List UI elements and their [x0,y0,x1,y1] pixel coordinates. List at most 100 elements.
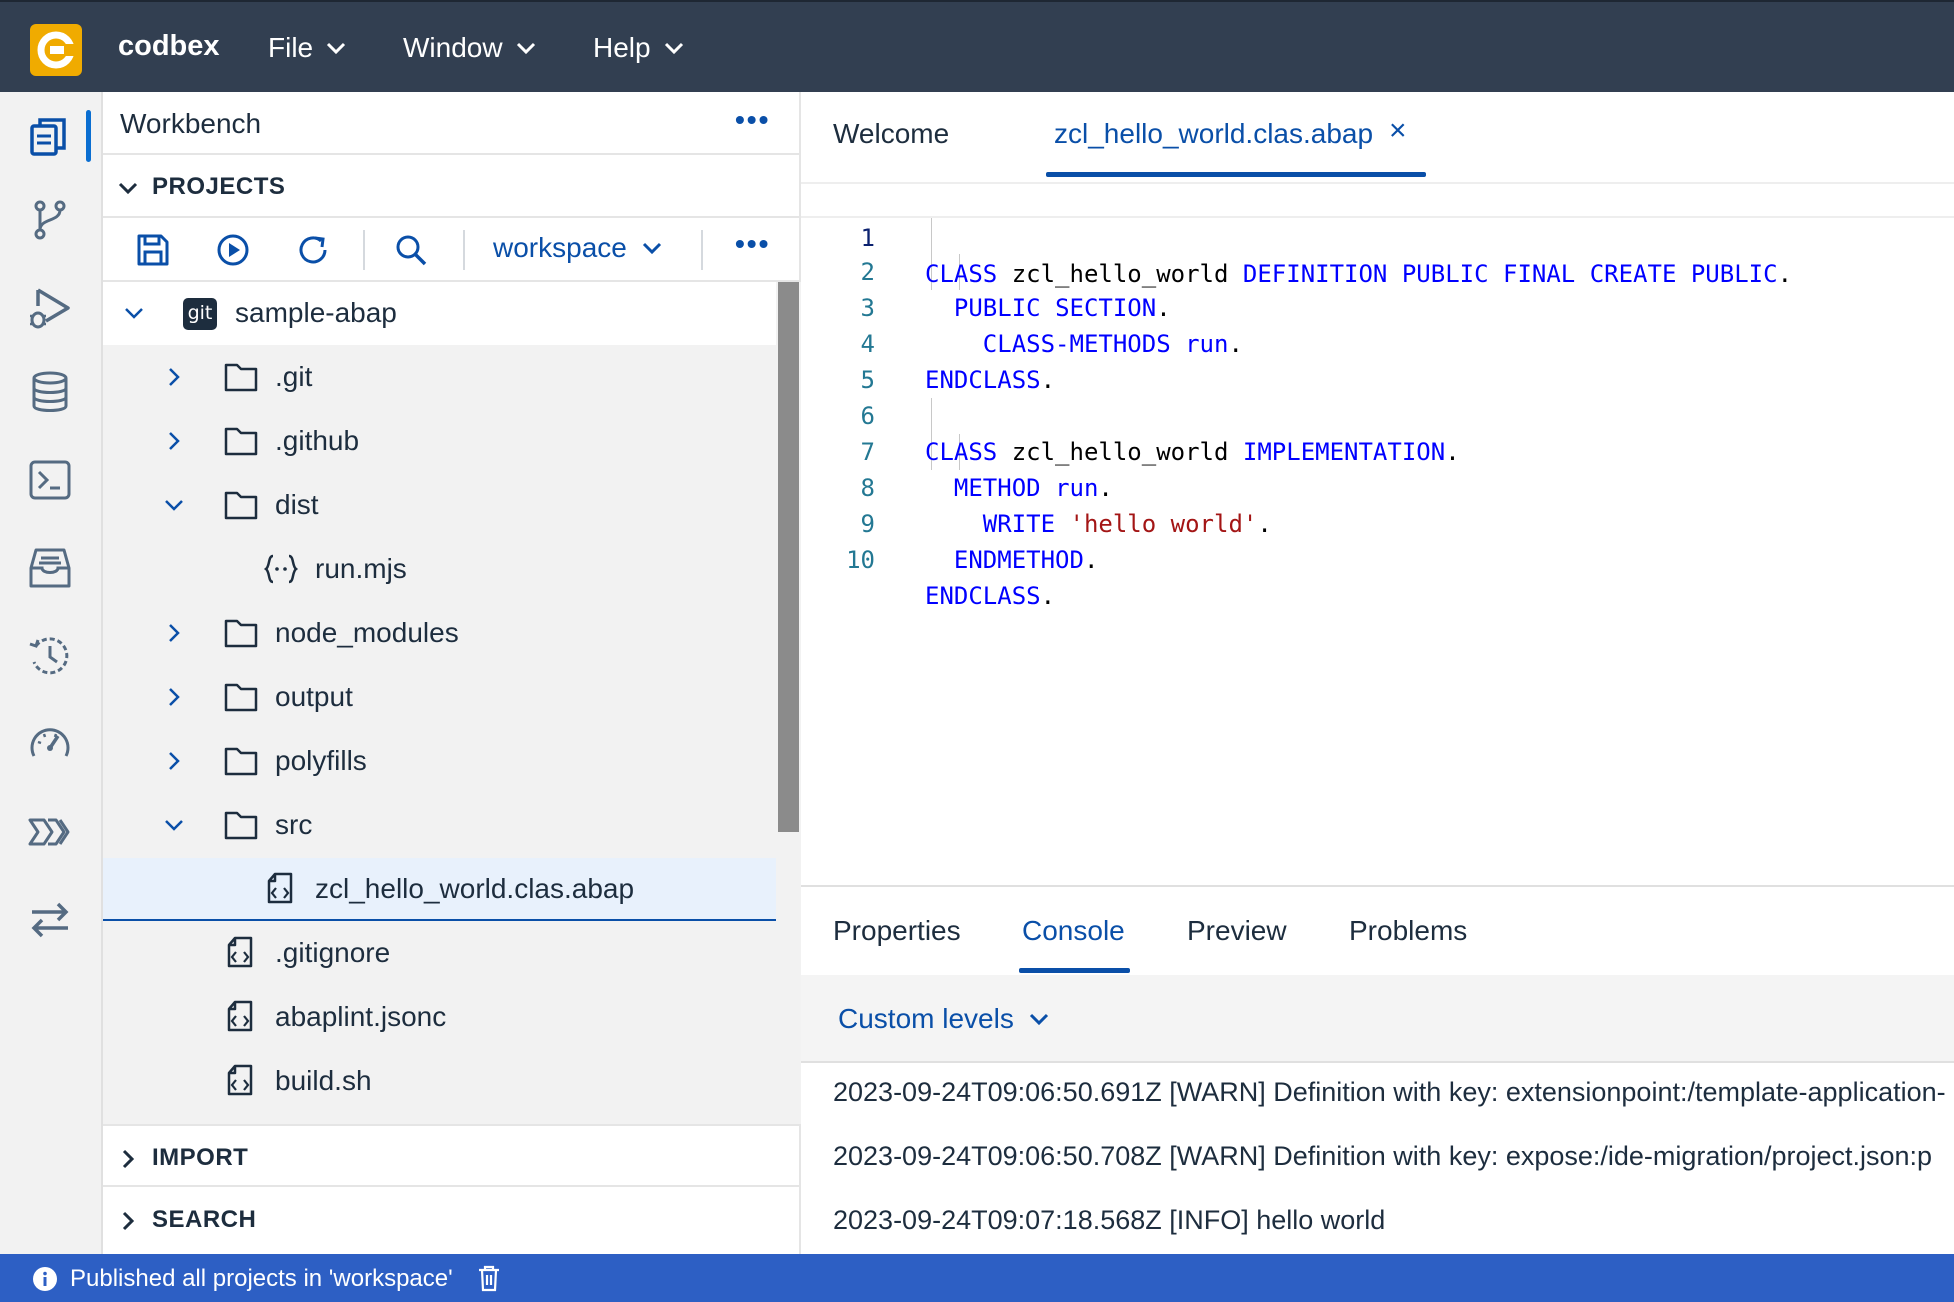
chevron-right-icon[interactable] [163,622,185,644]
chevron-right-icon [122,1211,135,1231]
toolbar-more-button[interactable]: ••• [735,228,770,260]
tab-preview[interactable]: Preview [1187,915,1287,947]
chevron-down-icon[interactable] [163,814,185,836]
line-number: 10 [846,546,875,574]
trash-icon[interactable] [476,1264,502,1292]
tree-scrollbar[interactable] [776,282,801,1124]
menu-file[interactable]: File [268,32,347,64]
tree-item-github[interactable]: .github [103,410,776,473]
git-branch-icon[interactable] [26,196,74,244]
code-line: 10 ENDCLASS. [801,506,1954,610]
toolbar-divider [463,230,465,270]
tab-properties[interactable]: Properties [833,915,961,947]
workbench-more-button[interactable]: ••• [735,104,770,136]
refresh-icon[interactable] [295,232,331,268]
log-level-select[interactable]: Custom levels [838,1003,1050,1035]
chevron-down-icon[interactable] [123,302,145,324]
inbox-icon[interactable] [26,544,74,592]
tab-zcl-hello-world[interactable]: zcl_hello_world.clas.abap [1054,118,1373,150]
active-tab-underline [1046,172,1426,177]
tree-item-label: .github [275,425,360,456]
chevron-right-icon[interactable] [163,366,185,388]
tree-item-output[interactable]: output [103,666,776,729]
import-section-title: IMPORT [152,1144,249,1171]
app-name: codbex [118,30,220,62]
folder-icon [224,427,258,456]
workspace-select[interactable]: workspace [493,232,663,264]
tab-problems[interactable]: Problems [1349,915,1467,947]
menu-help[interactable]: Help [593,32,685,64]
folder-icon [224,363,258,392]
tree-item-run-mjs[interactable]: run.mjs [103,538,776,601]
menu-window[interactable]: Window [403,32,537,64]
tree-item-sample-abap[interactable]: git sample-abap [103,282,776,345]
folder-icon [224,683,258,712]
tab-close-icon[interactable]: × [1389,114,1407,148]
save-icon[interactable] [135,232,171,268]
search-icon[interactable] [393,232,429,268]
transfer-icon[interactable] [26,896,74,944]
tree-item-polyfills[interactable]: polyfills [103,730,776,793]
tree-item-label: .git [275,361,313,392]
run-icon[interactable] [215,232,251,268]
tree-item-src[interactable]: src [103,794,776,857]
editor-area: Welcome zcl_hello_world.clas.abap × 1 CL… [801,92,1954,887]
info-icon [33,1267,57,1291]
code-editor[interactable]: 1 CLASS zcl_hello_world DEFINITION PUBLI… [801,182,1954,887]
terminal-icon[interactable] [26,456,74,504]
search-section-header[interactable]: SEARCH [103,1188,801,1251]
chevron-down-icon[interactable] [163,494,185,516]
chevron-down-icon [118,182,138,195]
code-file-icon [227,1064,253,1096]
status-message: Published all projects in 'workspace' [70,1265,453,1292]
code-line: 1 CLASS zcl_hello_world DEFINITION PUBLI… [801,182,1954,288]
workbench-title: Workbench [120,108,262,139]
tree-item-label: src [275,809,313,840]
chevron-right-icon[interactable] [163,750,185,772]
database-icon[interactable] [26,368,74,416]
tree-item-label: output [275,681,353,712]
tree-item-zcl-hello-world[interactable]: zcl_hello_world.clas.abap [103,858,776,921]
debug-icon[interactable] [26,284,74,332]
code-line: 9 ENDMETHOD. [801,470,1954,574]
projects-section-header[interactable]: PROJECTS [103,155,801,218]
tree-item-dist[interactable]: dist [103,474,776,537]
code-line: 7 METHOD run. [801,398,1954,502]
workbench-panel: Workbench ••• PROJECTS workspace ••• git… [103,92,801,1254]
console-log-line: 2023-09-24T09:06:50.691Z [WARN] Definiti… [833,1077,1946,1107]
log-level-value: Custom levels [838,1003,1014,1034]
tree-item-build-sh[interactable]: build.sh [103,1050,776,1113]
toolbar-divider [701,230,703,270]
activity-bar [0,92,103,1254]
active-tab-underline [1019,968,1130,973]
chevron-down-icon [327,42,346,55]
toolbar-divider [363,230,365,270]
tree-item-git[interactable]: .git [103,346,776,409]
projects-icon[interactable] [26,112,74,160]
console-toolbar: Custom levels [801,975,1954,1063]
tree-item-label: node_modules [275,617,459,648]
js-file-icon [263,554,299,584]
tree-item-gitignore[interactable]: .gitignore [103,922,776,985]
dashboard-icon[interactable] [26,720,74,768]
console-log-line: 2023-09-24T09:06:50.708Z [WARN] Definiti… [833,1141,1933,1171]
tree-item-node-modules[interactable]: node_modules [103,602,776,665]
tree-item-abaplint-jsonc[interactable]: abaplint.jsonc [103,986,776,1049]
chevron-right-icon[interactable] [163,430,185,452]
tab-welcome[interactable]: Welcome [833,118,949,150]
project-tree: git sample-abap .git .github dist run.mj… [103,282,776,1124]
code-line: 8 WRITE 'hello world'. [801,434,1954,538]
tree-item-label: .gitignore [275,937,391,968]
tree-item-label: build.sh [275,1065,372,1096]
codbex-logo-icon[interactable] [30,24,82,76]
tree-item-label: abaplint.jsonc [275,1001,447,1032]
import-section-header[interactable]: IMPORT [103,1124,801,1187]
tab-console[interactable]: Console [1022,915,1125,947]
chevron-right-icon [122,1149,135,1169]
history-icon[interactable] [26,632,74,680]
chevron-right-icon[interactable] [163,686,185,708]
tree-scrollbar-thumb[interactable] [778,282,799,832]
workbench-header: Workbench ••• [103,92,801,155]
pipelines-icon[interactable] [26,808,74,856]
projects-section-title: PROJECTS [152,173,286,200]
